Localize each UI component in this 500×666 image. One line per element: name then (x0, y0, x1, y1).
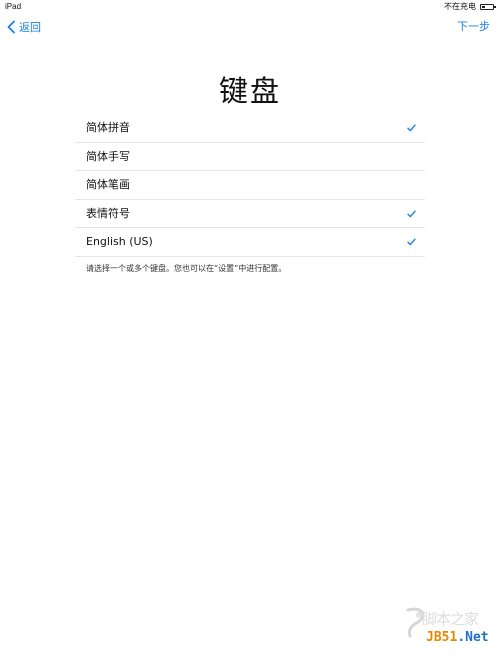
page-title: 键盘 (218, 74, 281, 108)
status-device-name: iPad (5, 2, 22, 11)
keyboard-option-label: 表情符号 (86, 206, 130, 220)
checkmark-icon (407, 210, 416, 217)
keyboard-option[interactable]: 简体拼音 (75, 114, 425, 143)
keyboard-option[interactable]: 表情符号 (75, 200, 425, 228)
watermark-jb: JB51 (426, 630, 458, 645)
back-button[interactable]: 返回 (6, 19, 41, 35)
watermark-top-text: 脚本之家 (422, 610, 479, 628)
keyboard-option[interactable]: 简体笔画 (75, 171, 425, 200)
keyboard-option[interactable]: English (US) (75, 228, 425, 257)
checkmark-icon (407, 124, 416, 132)
next-button[interactable]: 下一步 (457, 19, 490, 35)
battery-fill (482, 6, 485, 8)
charging-status: 不在充电 (444, 2, 476, 11)
keyboard-option-label: 简体拼音 (86, 121, 130, 134)
battery-icon (480, 4, 496, 10)
keyboard-setup-screen: iPad 不在充电 返回 下一步 键盘 简体拼音简体手写简体笔画表情符号 Engl… (0, 0, 500, 666)
status-right: 不在充电 (444, 0, 496, 14)
status-bar: iPad 不在充电 (0, 0, 500, 14)
keyboard-option[interactable]: 简体手写 (75, 143, 425, 171)
keyboard-option-label: 简体手写 (86, 149, 130, 163)
back-label: 返回 (19, 21, 41, 34)
watermark: 脚本之家 JB51.Net (402, 606, 492, 652)
keyboard-list: 简体拼音简体手写简体笔画表情符号 English (US) (75, 114, 425, 257)
chevron-left-icon (7, 20, 15, 34)
checkmark-icon (407, 238, 416, 246)
footer-note: 请选择一个或多个键盘。您也可以在“设置”中进行配置。 (86, 264, 287, 273)
watermark-domain: JB51.Net (426, 630, 489, 645)
keyboard-option-label: 简体笔画 (86, 178, 130, 191)
keyboard-option-label: English (US) (86, 235, 153, 248)
watermark-net: .Net (457, 630, 489, 645)
